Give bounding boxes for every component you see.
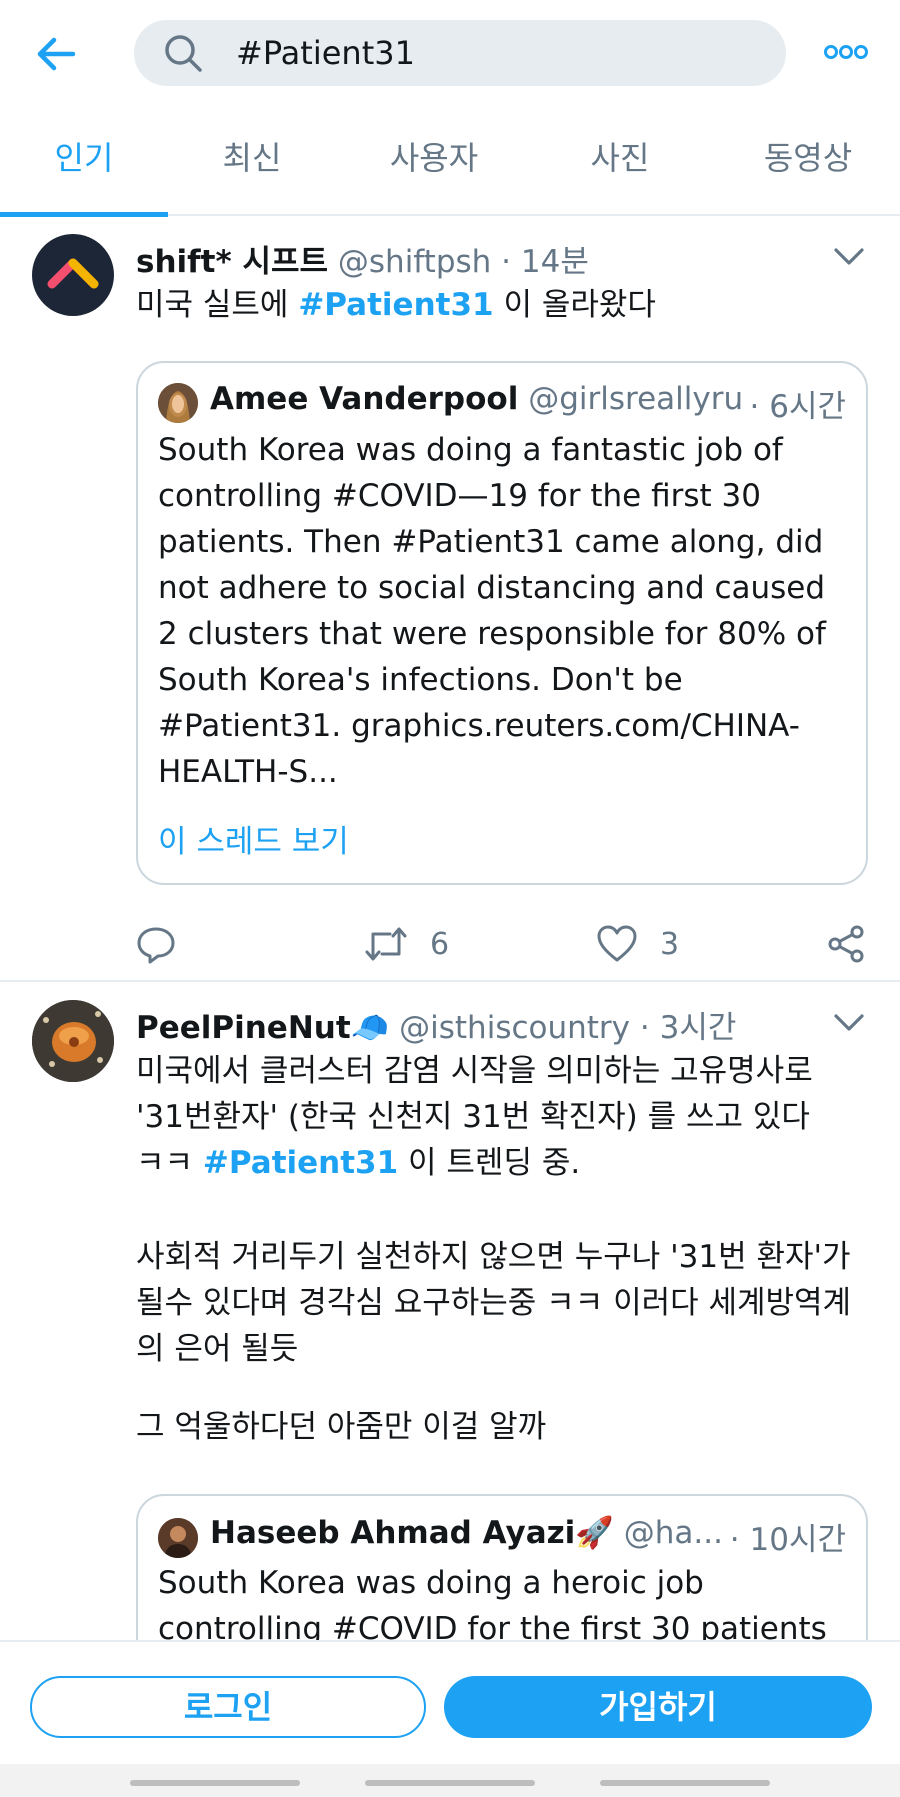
login-button[interactable]: 로그인: [30, 1676, 426, 1738]
quoted-timestamp: · 6시간: [743, 381, 846, 426]
cap-emoji: 🧢: [350, 1010, 390, 1046]
more-dots-icon: [824, 45, 868, 59]
hashtag-link[interactable]: #Patient31: [298, 287, 493, 323]
back-arrow-icon: [37, 37, 76, 71]
search-icon: [165, 35, 202, 72]
tweet-text: 미국 실트에 #Patient31 이 올라왔다: [136, 287, 656, 323]
like-count: 3: [660, 926, 680, 962]
share-button[interactable]: [826, 918, 866, 970]
reply-icon: [137, 927, 175, 964]
display-name[interactable]: shift* 시프트: [136, 244, 328, 280]
retweet-icon: [365, 927, 407, 961]
tab-videos[interactable]: 동영상: [716, 108, 900, 216]
tab-latest[interactable]: 최신: [168, 108, 336, 216]
display-name[interactable]: PeelPineNut: [136, 1010, 351, 1046]
hashtag-link[interactable]: #Patient31: [203, 1145, 398, 1181]
tweet[interactable]: PeelPineNut🧢 @isthiscountry · 3시간 미국에서 클…: [0, 982, 900, 1640]
heart-icon: [597, 925, 637, 962]
like-button[interactable]: 3: [596, 918, 679, 970]
tweet-header: PeelPineNut🧢 @isthiscountry · 3시간: [136, 1002, 810, 1047]
share-icon: [828, 925, 864, 963]
shift-logo-icon: [47, 258, 99, 289]
nav-gesture-pill[interactable]: [130, 1780, 300, 1786]
quoted-text: South Korea was doing a fantastic job of…: [158, 432, 826, 790]
avatar-photo-icon: [32, 1000, 114, 1082]
chevron-down-icon[interactable]: [832, 1012, 866, 1034]
show-thread-link[interactable]: 이 스레드 보기: [158, 816, 349, 861]
tweet-text: 미국에서 클러스터 감염 시작을 의미하는 고유명사로 '31번환자' (한국 신…: [136, 1053, 813, 1181]
quoted-timestamp: · 10시간: [723, 1514, 846, 1559]
top-bar: #Patient31: [0, 0, 900, 108]
signup-button[interactable]: 가입하기: [444, 1676, 872, 1738]
tweet-feed[interactable]: shift* 시프트 @shiftpsh · 14분 미국 실트에 #Patie…: [0, 216, 900, 1640]
quoted-handle: @ha...: [623, 1515, 723, 1551]
retweet-count: 6: [430, 926, 450, 962]
quoted-handle: @girlsreallyru...: [528, 381, 773, 417]
reply-button[interactable]: [136, 918, 176, 970]
quoted-display-name: Amee Vanderpool: [210, 381, 519, 417]
tweet-header: shift* 시프트 @shiftpsh · 14분: [136, 236, 810, 281]
avatar[interactable]: [32, 1000, 114, 1082]
quoted-avatar: [158, 1518, 198, 1558]
search-input[interactable]: #Patient31: [134, 20, 786, 86]
system-navigation-bar: [0, 1764, 900, 1797]
rocket-emoji: 🚀: [575, 1515, 614, 1551]
chevron-down-icon[interactable]: [832, 246, 866, 268]
back-button[interactable]: [30, 28, 82, 80]
tweet-paragraph: 사회적 거리두기 실천하지 않으면 누구나 '31번 환자'가 될수 있다며 경…: [136, 1239, 861, 1367]
nav-gesture-pill[interactable]: [365, 1780, 535, 1786]
quoted-text: South Korea was doing a heroic job contr…: [158, 1565, 827, 1640]
tab-top[interactable]: 인기: [0, 108, 168, 216]
more-options-button[interactable]: [822, 36, 870, 68]
nav-gesture-pill[interactable]: [600, 1780, 770, 1786]
tab-people[interactable]: 사용자: [344, 108, 524, 216]
tweet-actions: 6 3: [136, 918, 868, 970]
auth-bar: 로그인 가입하기: [0, 1640, 900, 1764]
quoted-tweet[interactable]: Haseeb Ahmad Ayazi🚀 @ha... · 10시간 South …: [136, 1494, 868, 1640]
search-query: #Patient31: [236, 34, 415, 72]
avatar[interactable]: [32, 234, 114, 316]
quoted-header: Haseeb Ahmad Ayazi🚀 @ha... · 10시간: [210, 1514, 846, 1559]
handle[interactable]: @isthiscountry: [399, 1010, 630, 1046]
handle[interactable]: @shiftpsh: [338, 244, 491, 280]
tweet[interactable]: shift* 시프트 @shiftpsh · 14분 미국 실트에 #Patie…: [0, 216, 900, 982]
tab-photos[interactable]: 사진: [530, 108, 710, 216]
timestamp: · 14분: [501, 244, 589, 280]
tweet-paragraph: 그 억울하다던 아줌만 이걸 알까: [136, 1409, 547, 1445]
quoted-display-name: Haseeb Ahmad Ayazi: [210, 1515, 576, 1551]
retweet-button[interactable]: 6: [364, 918, 449, 970]
quoted-header: Amee Vanderpool @girlsreallyru... · 6시간: [210, 381, 846, 426]
search-tabs: 인기 최신 사용자 사진 동영상: [0, 108, 900, 217]
quoted-tweet[interactable]: Amee Vanderpool @girlsreallyru... · 6시간 …: [136, 361, 868, 885]
timestamp: · 3시간: [639, 1010, 737, 1046]
quoted-avatar: [158, 383, 198, 423]
